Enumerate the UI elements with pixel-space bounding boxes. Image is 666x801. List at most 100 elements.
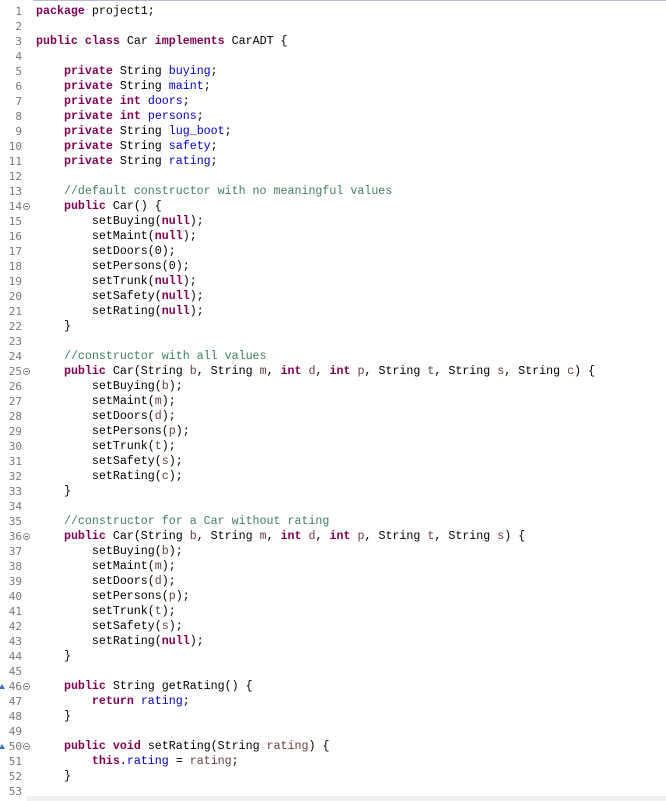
code-line[interactable]: 51 this.rating = rating; [0,754,666,769]
code-line[interactable]: 3 public class Car implements CarADT { [0,34,666,49]
code-line[interactable]: 36 public Car(String b, String m, int d,… [0,529,666,544]
code-text: ; [196,110,204,123]
code-line[interactable]: 20 setSafety(null); [0,289,666,304]
code-text: . [119,755,127,768]
code-line[interactable]: 41 setTrunk(t); [0,604,666,619]
code-lines[interactable]: 1 package project1; 2 3 public class Car imp… [0,4,666,799]
code-line[interactable]: 40 setPersons(p); [0,589,666,604]
line-number: 8 [15,110,22,123]
code-text: ); [161,440,176,453]
editor-top-border [22,0,666,1]
code-line[interactable]: 13 //default constructor with no meaning… [0,184,666,199]
horizontal-scrollbar[interactable] [27,796,666,801]
code-text: setRating(String [140,740,267,753]
code-line[interactable]: 48 } [0,709,666,724]
code-line[interactable]: 17 setDoors(0); [0,244,666,259]
code-line[interactable]: 4 [0,49,666,64]
code-line[interactable]: 37 setBuying(b); [0,544,666,559]
code-line[interactable]: 35 //constructor for a Car without ratin… [0,514,666,529]
line-number: 29 [8,425,22,438]
code-line[interactable]: 23 [0,334,666,349]
code-line[interactable]: 15 setBuying(null); [0,214,666,229]
fold-collapse-icon[interactable] [23,533,30,540]
code-line[interactable]: 26 setBuying(b); [0,379,666,394]
code-line[interactable]: 38 setMaint(m); [0,559,666,574]
keyword-token: null [161,635,190,648]
code-editor[interactable]: 1 package project1; 2 3 public class Car imp… [0,0,666,801]
code-line[interactable]: 9 private String lug_boot; [0,124,666,139]
fold-collapse-icon[interactable] [23,203,30,210]
code-line[interactable]: 2 [0,19,666,34]
line-code: private int persons; [36,109,204,124]
code-line[interactable]: 22 } [0,319,666,334]
code-line[interactable]: 10 private String safety; [0,139,666,154]
code-line[interactable]: 29 setPersons(p); [0,424,666,439]
line-number: 12 [8,170,22,183]
code-line[interactable]: 32 setRating(c); [0,469,666,484]
keyword-token: int [329,530,351,543]
line-number: 27 [8,395,22,408]
code-text: setPersons( [36,590,169,603]
code-line[interactable]: 28 setDoors(d); [0,409,666,424]
code-line[interactable]: 5 private String buying; [0,64,666,79]
parameter-token: s [161,455,169,468]
code-text: , [315,365,330,378]
code-line[interactable]: 33 } [0,484,666,499]
code-line[interactable]: 49 [0,724,666,739]
code-text: } [36,650,71,663]
line-number: 41 [8,605,22,618]
code-line[interactable]: 39 setDoors(d); [0,574,666,589]
code-line[interactable]: 27 setMaint(m); [0,394,666,409]
code-line[interactable]: 8 private int persons; [0,109,666,124]
code-text: project1; [84,5,155,18]
fold-collapse-icon[interactable] [23,683,30,690]
line-code: setPersons(p); [36,589,190,604]
code-line[interactable]: 24 //constructor with all values [0,349,666,364]
code-line[interactable]: 46 public String getRating() { [0,679,666,694]
code-line[interactable]: 7 private int doors; [0,94,666,109]
code-line[interactable]: 6 private String maint; [0,79,666,94]
comment-token: //constructor for a Car without rating [63,515,330,528]
code-line[interactable]: 11 private String rating; [0,154,666,169]
code-line[interactable]: 16 setMaint(null); [0,229,666,244]
code-line[interactable]: 18 setPersons(0); [0,259,666,274]
code-line[interactable]: 50 public void setRating(String rating) … [0,739,666,754]
line-number: 26 [8,380,22,393]
code-text: ); [168,620,183,633]
keyword-token: class [84,35,120,48]
line-code: setRating(null); [36,634,204,649]
line-number: 2 [15,20,22,33]
code-line[interactable]: 21 setRating(null); [0,304,666,319]
code-line[interactable]: 25 public Car(String b, String m, int d,… [0,364,666,379]
code-line[interactable]: 30 setTrunk(t); [0,439,666,454]
code-line[interactable]: 43 setRating(null); [0,634,666,649]
code-line[interactable]: 44 } [0,649,666,664]
code-text: ); [161,605,176,618]
code-line[interactable]: 45 [0,664,666,679]
keyword-token: private [63,140,113,153]
fold-collapse-icon[interactable] [23,368,30,375]
line-number: 15 [8,215,22,228]
line-number: 52 [8,770,22,783]
code-line[interactable]: 14 public Car() { [0,199,666,214]
parameter-token: m [154,560,162,573]
field-token: buying [168,65,211,78]
line-number: 38 [8,560,22,573]
code-line[interactable]: 52 } [0,769,666,784]
code-line[interactable]: 47 return rating; [0,694,666,709]
code-line[interactable]: 1 package project1; [0,4,666,19]
code-line[interactable]: 42 setSafety(s); [0,619,666,634]
line-number: 48 [8,710,22,723]
line-number: 47 [8,695,22,708]
code-line[interactable]: 34 [0,499,666,514]
code-line[interactable]: 31 setSafety(s); [0,454,666,469]
code-line[interactable]: 19 setTrunk(null); [0,274,666,289]
fold-collapse-icon[interactable] [23,743,30,750]
code-line[interactable]: 12 [0,169,666,184]
